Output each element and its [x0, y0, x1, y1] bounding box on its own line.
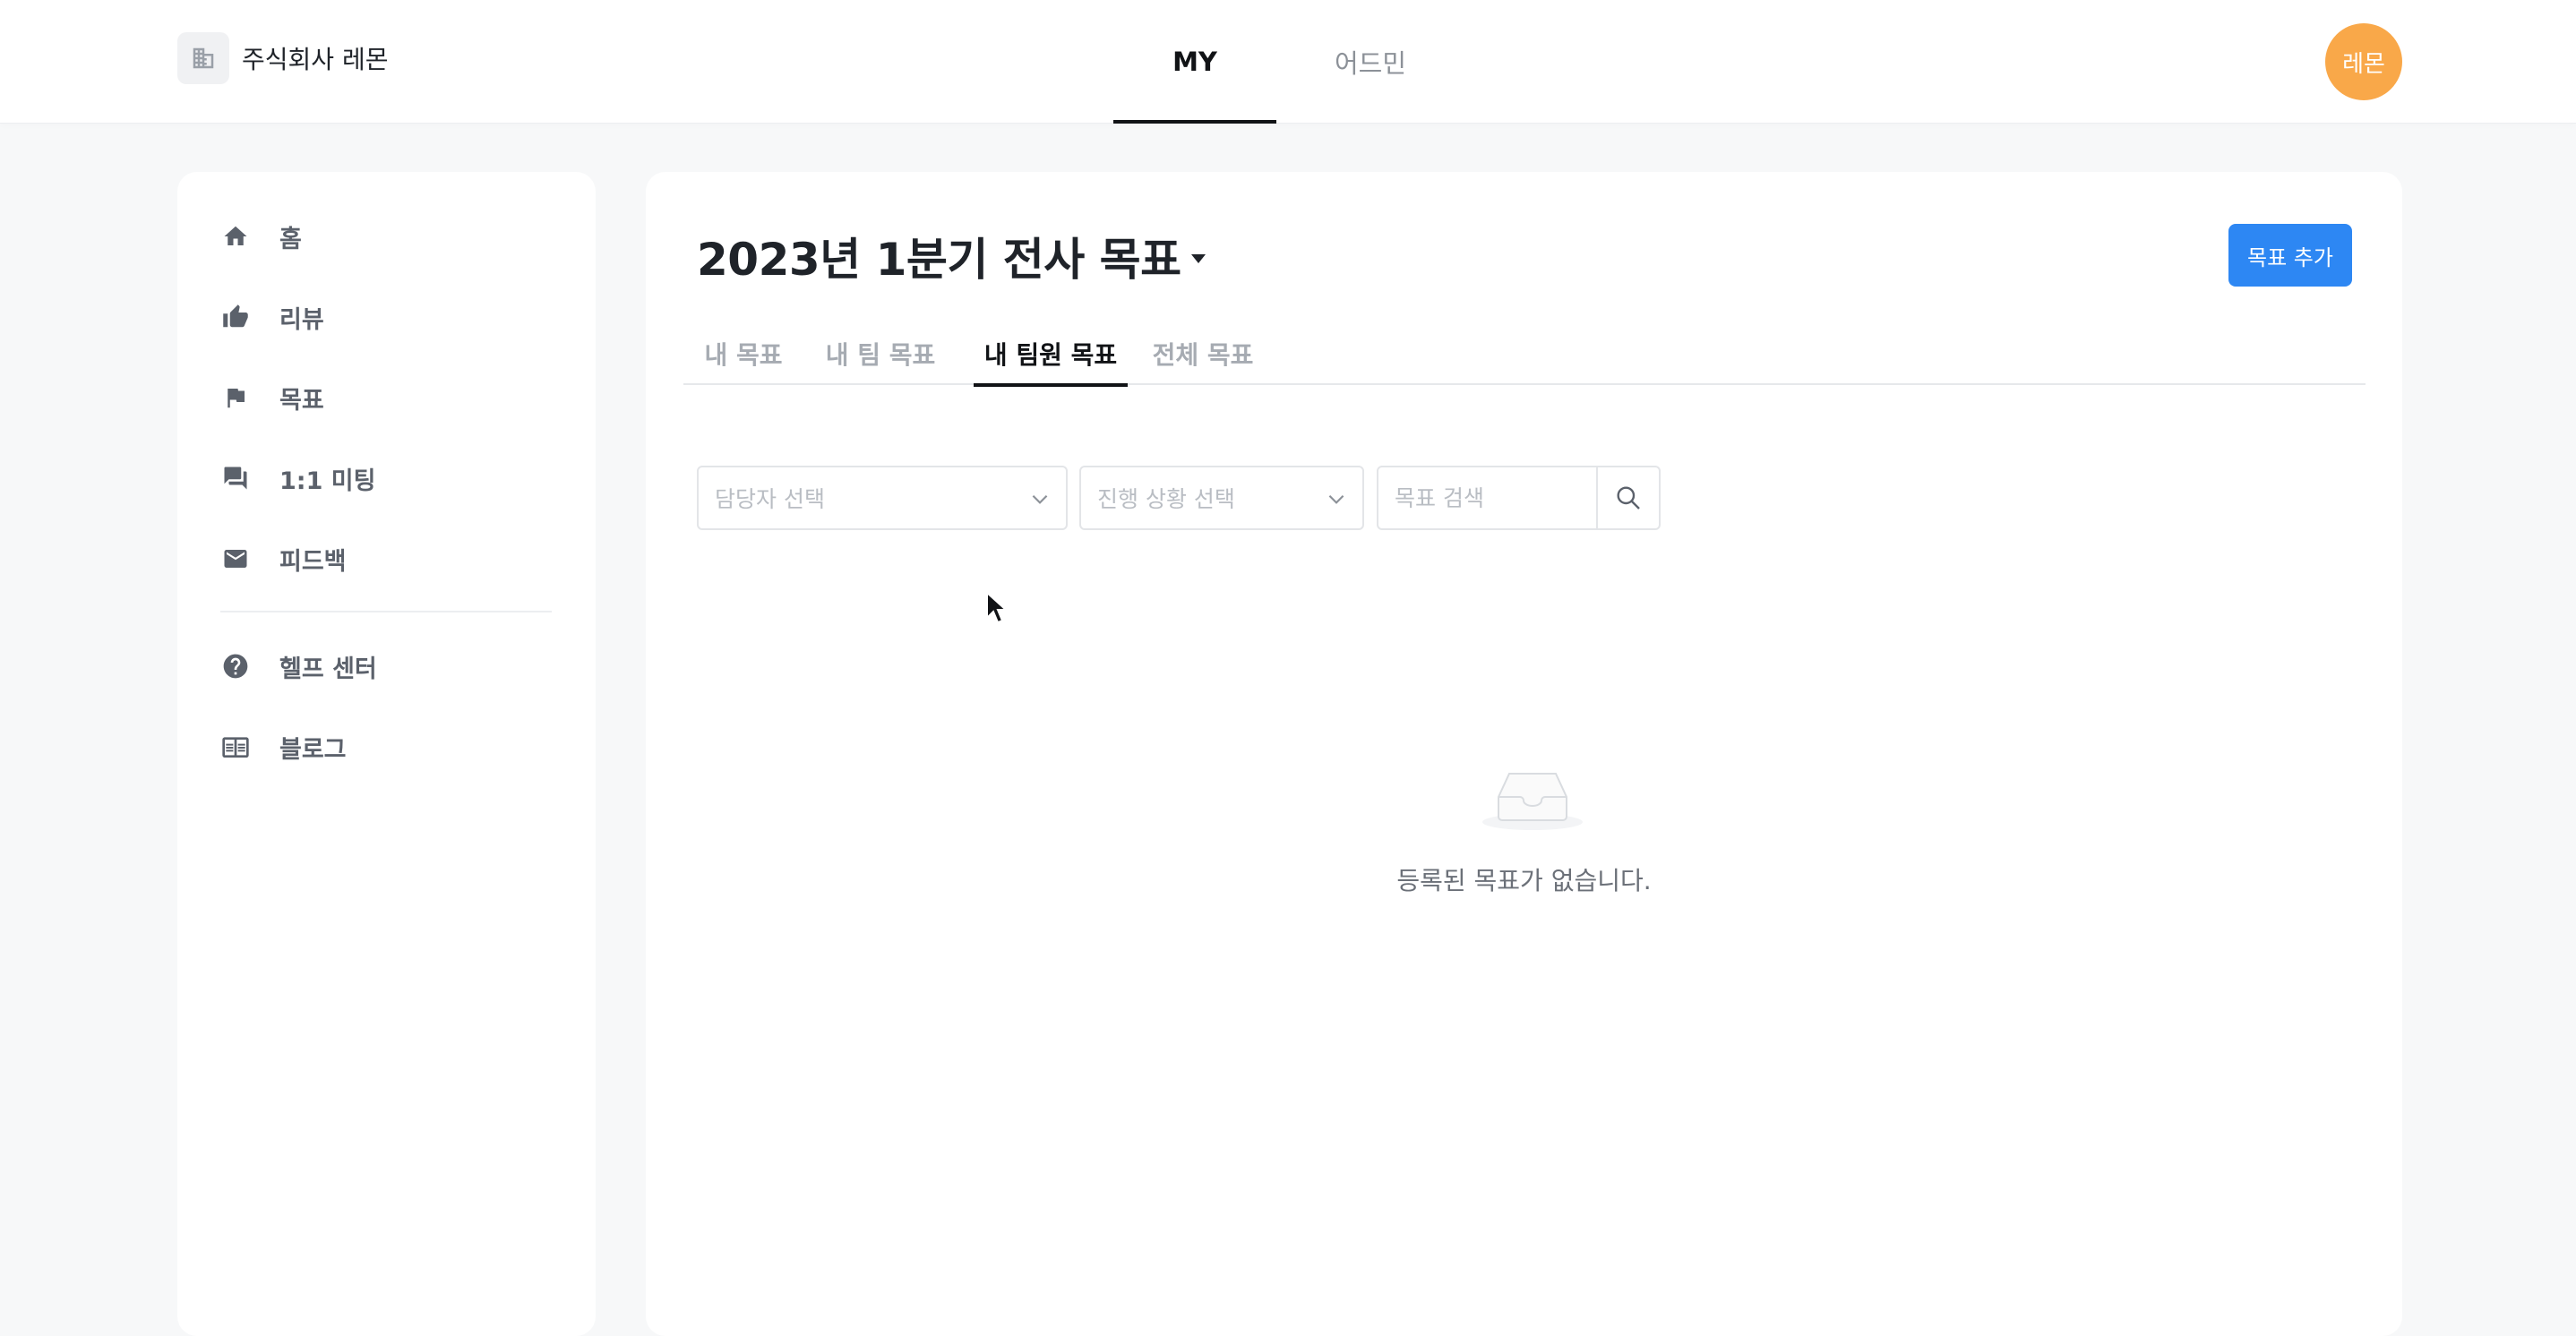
- sidebar-item-review[interactable]: 리뷰: [220, 295, 324, 339]
- sidebar-item-label: 홈: [279, 225, 302, 253]
- nav-tab-my[interactable]: MY: [1113, 0, 1276, 124]
- chat-icon: [220, 463, 251, 493]
- nav-tab-admin[interactable]: 어드민: [1290, 0, 1451, 124]
- tab-team-member-goals[interactable]: 내 팀원 목표: [974, 322, 1128, 387]
- company-name: 주식회사 레몬: [242, 45, 389, 74]
- assignee-select[interactable]: 담당자 선택: [697, 466, 1068, 530]
- chevron-down-icon: [1032, 494, 1048, 504]
- status-select[interactable]: 진행 상황 선택: [1079, 466, 1364, 530]
- sidebar-item-help[interactable]: 헬프 센터: [220, 644, 377, 689]
- empty-inbox-icon: [1482, 773, 1583, 830]
- sidebar-item-label: 피드백: [279, 547, 347, 576]
- mail-icon: [220, 544, 251, 574]
- flag-icon: [220, 382, 251, 413]
- avatar[interactable]: 레몬: [2325, 23, 2402, 100]
- chevron-down-icon: [1328, 494, 1344, 504]
- goal-search: [1377, 466, 1661, 530]
- search-input[interactable]: [1378, 467, 1596, 528]
- tab-team-goals[interactable]: 내 팀 목표: [803, 322, 957, 385]
- tab-my-goals[interactable]: 내 목표: [683, 322, 803, 385]
- goal-tabs: 내 목표 내 팀 목표 내 팀원 목표 전체 목표: [683, 322, 2366, 387]
- sidebar-item-label: 블로그: [279, 735, 347, 764]
- home-icon: [220, 221, 251, 252]
- sidebar-item-home[interactable]: 홈: [220, 214, 302, 259]
- sidebar-divider: [220, 611, 552, 612]
- top-header: 주식회사 레몬 MY 어드민 레몬: [0, 0, 2576, 124]
- sidebar-item-blog[interactable]: 블로그: [220, 724, 347, 769]
- sidebar-item-label: 리뷰: [279, 305, 324, 334]
- caret-down-icon: [1191, 254, 1206, 263]
- tab-all-goals[interactable]: 전체 목표: [1128, 322, 1278, 385]
- sidebar-item-label: 헬프 센터: [279, 655, 377, 683]
- empty-state-message: 등록된 목표가 없습니다.: [1396, 866, 1652, 895]
- add-goal-button[interactable]: 목표 추가: [2228, 224, 2352, 287]
- assignee-select-placeholder: 담당자 선택: [715, 486, 825, 512]
- mouse-cursor-icon: [986, 591, 1009, 624]
- main-content: 2023년 1분기 전사 목표 목표 추가 내 목표 내 팀 목표 내 팀원 목…: [646, 172, 2402, 1336]
- page-title: 2023년 1분기 전사 목표: [697, 234, 1181, 286]
- sidebar-item-goals[interactable]: 목표: [220, 375, 324, 420]
- help-icon: [220, 651, 251, 681]
- company-switcher[interactable]: 주식회사 레몬: [177, 32, 388, 84]
- status-select-placeholder: 진행 상황 선택: [1097, 486, 1235, 512]
- book-icon: [220, 732, 251, 762]
- search-button[interactable]: [1596, 467, 1659, 528]
- sidebar-item-feedback[interactable]: 피드백: [220, 536, 347, 581]
- building-icon: [177, 32, 229, 84]
- sidebar-item-meeting[interactable]: 1:1 미팅: [220, 456, 375, 501]
- search-icon: [1617, 486, 1640, 510]
- sidebar: 홈 리뷰 목표 1:1 미팅 피드백 헬프 센터 블로그: [177, 172, 596, 1336]
- thumbs-up-icon: [220, 302, 251, 332]
- period-dropdown-caret[interactable]: [1183, 244, 1214, 274]
- sidebar-item-label: 1:1 미팅: [279, 467, 376, 495]
- sidebar-item-label: 목표: [279, 386, 324, 415]
